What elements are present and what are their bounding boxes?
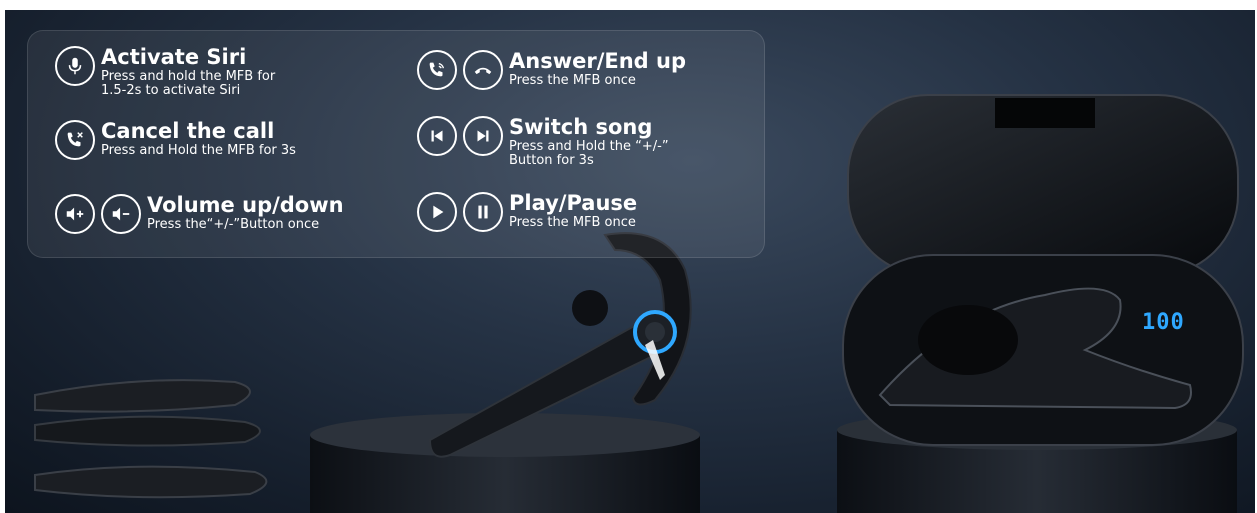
microphone-icon bbox=[55, 46, 95, 86]
volume-up-icon bbox=[55, 194, 95, 234]
control-title: Cancel the call bbox=[101, 119, 275, 143]
control-description: Press the“+/-”Button once bbox=[147, 217, 320, 233]
control-title: Activate Siri bbox=[101, 45, 247, 69]
phone-cancel-icon bbox=[55, 120, 95, 160]
control-switch-song: Switch song Press and Hold the “+/-” But… bbox=[417, 116, 669, 167]
control-volume: Volume up/down Press the“+/-”Button once bbox=[55, 194, 344, 234]
previous-track-icon bbox=[417, 116, 457, 156]
control-title: Answer/End up bbox=[509, 49, 686, 73]
control-description: Press the MFB once bbox=[509, 73, 636, 89]
phone-ringing-icon bbox=[417, 50, 457, 90]
volume-down-icon bbox=[101, 194, 141, 234]
control-answer-end: Answer/End up Press the MFB once bbox=[417, 50, 686, 90]
control-description: Press the MFB once bbox=[509, 215, 636, 231]
next-track-icon bbox=[463, 116, 503, 156]
control-title: Switch song bbox=[509, 115, 653, 139]
control-description: Press and Hold the MFB for 3s bbox=[101, 143, 296, 159]
play-icon bbox=[417, 192, 457, 232]
control-cancel-call: Cancel the call Press and Hold the MFB f… bbox=[55, 120, 296, 160]
control-title: Volume up/down bbox=[147, 193, 344, 217]
case-battery-readout: 100 bbox=[1142, 310, 1185, 335]
control-description: Press and Hold the “+/-” Button for 3s bbox=[509, 139, 669, 168]
product-scene: 100 Activate Siri Press and hold the MFB… bbox=[5, 10, 1255, 513]
control-activate-siri: Activate Siri Press and hold the MFB for… bbox=[55, 46, 275, 97]
control-play-pause: Play/Pause Press the MFB once bbox=[417, 192, 637, 232]
charging-case bbox=[842, 94, 1244, 446]
spiral-decor bbox=[34, 379, 268, 499]
pause-icon bbox=[463, 192, 503, 232]
control-title: Play/Pause bbox=[509, 191, 638, 215]
control-description: Press and hold the MFB for 1.5-2s to act… bbox=[101, 69, 276, 98]
hang-up-icon bbox=[463, 50, 503, 90]
